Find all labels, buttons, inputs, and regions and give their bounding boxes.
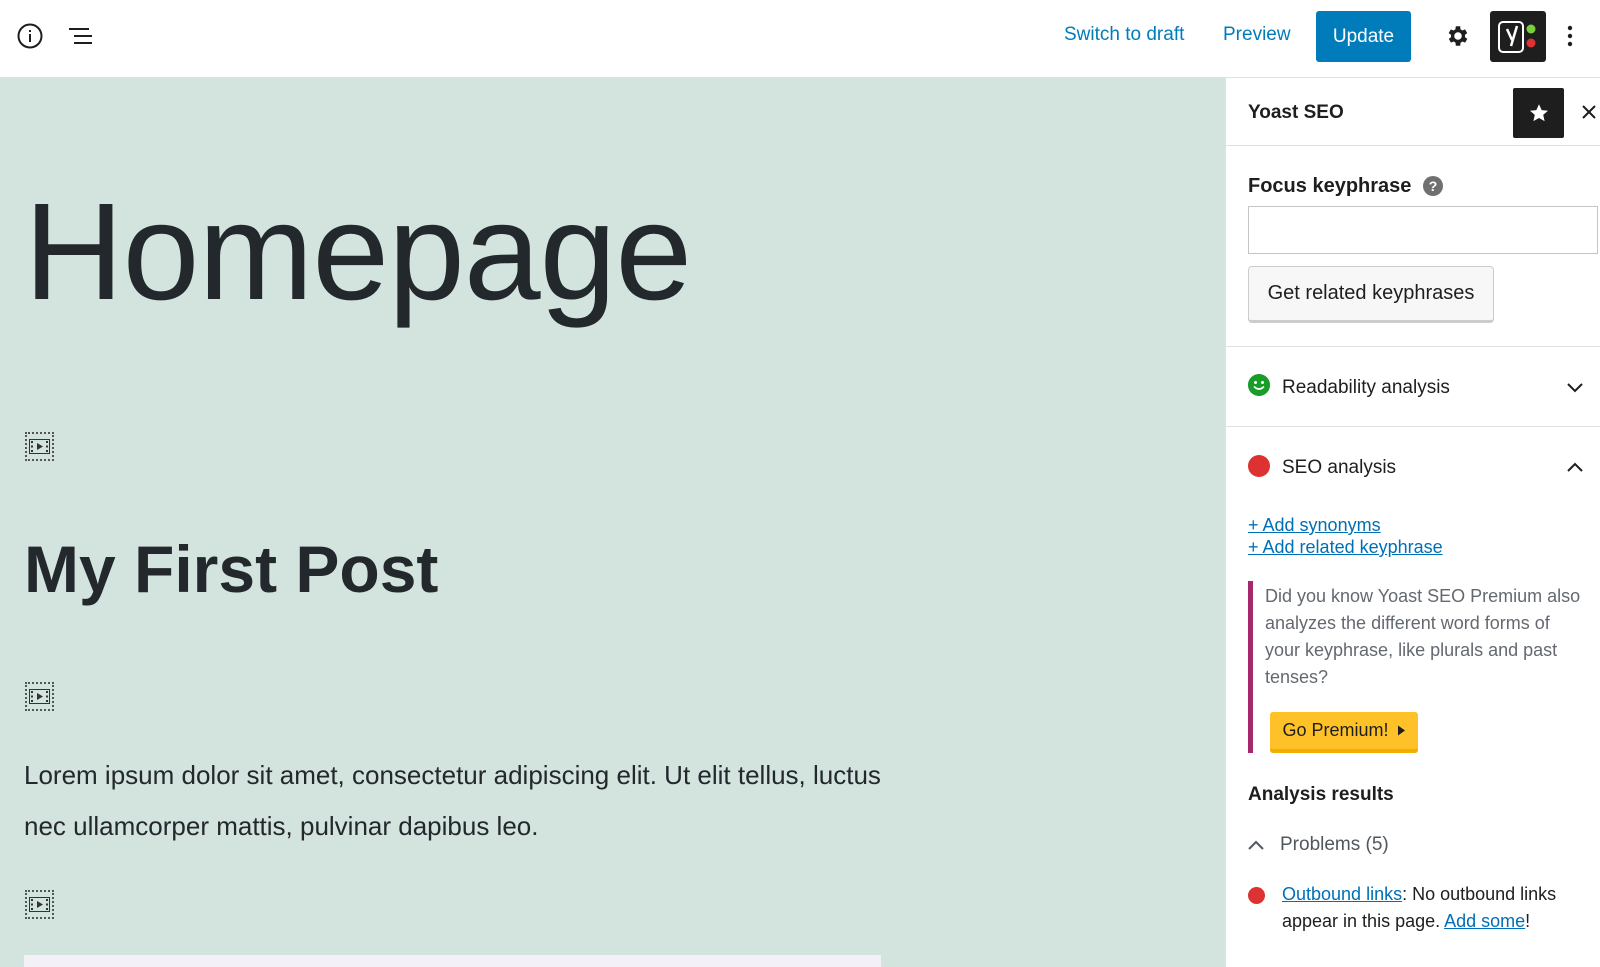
seo-analysis-toggle[interactable]: SEO analysis (1226, 426, 1600, 506)
yoast-icon (1498, 20, 1536, 53)
editor-canvas: Homepage My First Post Lorem ipsum dolor… (0, 78, 1225, 967)
readability-label: Readability analysis (1282, 377, 1450, 398)
preview-button[interactable]: Preview (1223, 24, 1291, 46)
yoast-sidebar: Yoast SEO Focus keyphrase ? Get related … (1225, 78, 1600, 967)
gear-icon[interactable] (1444, 22, 1472, 50)
focus-keyphrase-input[interactable] (1248, 206, 1598, 254)
problems-label: Problems (5) (1280, 834, 1389, 855)
sidebar-title: Yoast SEO (1248, 102, 1344, 123)
seo-label: SEO analysis (1282, 457, 1397, 478)
add-synonyms-link[interactable]: + Add synonyms (1248, 515, 1381, 536)
add-related-keyphrase-link[interactable]: + Add related keyphrase (1248, 537, 1443, 558)
result-suffix: ! (1525, 911, 1531, 931)
sidebar-header: Yoast SEO (1226, 78, 1600, 146)
list-view-icon[interactable] (66, 22, 96, 50)
smiley-face-icon (1248, 374, 1270, 396)
video-block-icon[interactable] (25, 890, 54, 919)
close-icon[interactable] (1579, 102, 1599, 122)
more-options-icon[interactable] (1560, 22, 1580, 50)
seo-status-dot (1248, 455, 1270, 477)
focus-keyphrase-label: Focus keyphrase (1248, 175, 1412, 197)
pin-star-button[interactable] (1513, 88, 1564, 138)
go-premium-button[interactable]: Go Premium! (1270, 712, 1418, 753)
chevron-down-icon (1567, 383, 1583, 393)
content-block[interactable] (24, 955, 881, 967)
chevron-up-icon (1248, 840, 1264, 850)
editor-toolbar: Switch to draft Preview Update (0, 0, 1600, 78)
chevron-up-icon (1567, 462, 1583, 472)
video-block-icon[interactable] (25, 432, 54, 461)
switch-to-draft-button[interactable]: Switch to draft (1064, 24, 1184, 46)
problem-status-dot (1248, 887, 1265, 904)
yoast-toggle-button[interactable] (1490, 11, 1546, 62)
problems-toggle[interactable]: Problems (5) (1248, 834, 1389, 856)
go-premium-label: Go Premium! (1282, 720, 1389, 740)
add-some-link[interactable]: Add some (1444, 911, 1525, 931)
promo-text: Did you know Yoast SEO Premium also anal… (1265, 586, 1581, 687)
get-related-keyphrases-button[interactable]: Get related keyphrases (1248, 266, 1494, 323)
post-heading[interactable]: My First Post (24, 536, 438, 602)
readability-analysis-toggle[interactable]: Readability analysis (1226, 346, 1600, 426)
video-block-icon[interactable] (25, 682, 54, 711)
result-text: Outbound links: No outbound links appear… (1282, 881, 1582, 935)
star-icon (1529, 104, 1548, 122)
update-button[interactable]: Update (1316, 11, 1411, 62)
caret-right-icon (1397, 725, 1405, 736)
analysis-results-title: Analysis results (1248, 784, 1394, 805)
help-icon[interactable]: ? (1423, 176, 1443, 196)
paragraph-block[interactable]: Lorem ipsum dolor sit amet, consectetur … (24, 750, 904, 852)
page-title[interactable]: Homepage (24, 183, 692, 321)
outbound-links-link[interactable]: Outbound links (1282, 884, 1402, 904)
info-icon[interactable] (16, 22, 44, 50)
premium-promo: Did you know Yoast SEO Premium also anal… (1248, 581, 1593, 753)
